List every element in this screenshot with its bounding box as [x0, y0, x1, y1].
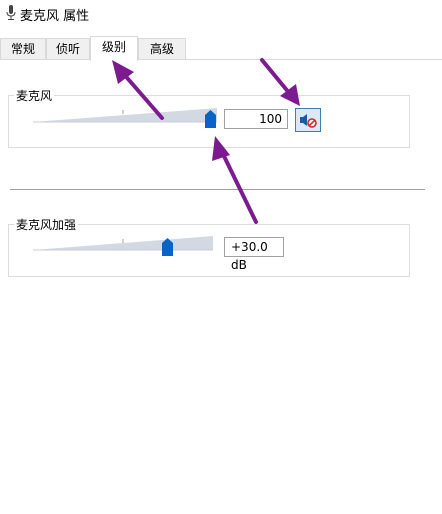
- tab-strip: 常规 侦听 级别 高级: [0, 36, 442, 61]
- section-divider: [10, 189, 425, 190]
- window-title: 麦克风 属性: [20, 9, 90, 24]
- properties-window: 麦克风 属性 常规 侦听 级别 高级 麦克风 100 麦克风加强 +30.0 d…: [0, 0, 442, 514]
- tab-levels[interactable]: 级别: [90, 36, 138, 61]
- microphone-slider-thumb[interactable]: [205, 110, 216, 128]
- microphone-boost-slider-thumb[interactable]: [162, 238, 173, 256]
- microphone-boost-slider[interactable]: [33, 236, 213, 254]
- tab-listen[interactable]: 侦听: [46, 38, 90, 59]
- microphone-boost-group-label: 麦克风加强: [14, 216, 79, 233]
- microphone-icon: [6, 5, 16, 20]
- tab-advanced[interactable]: 高级: [138, 38, 186, 59]
- microphone-group-label: 麦克风: [14, 87, 55, 104]
- microphone-level-input[interactable]: 100: [224, 109, 288, 129]
- microphone-mute-button[interactable]: [295, 108, 321, 132]
- title-bar: 麦克风 属性: [0, 0, 442, 28]
- microphone-level-slider[interactable]: [33, 108, 217, 126]
- microphone-boost-value: +30.0 dB: [224, 237, 284, 272]
- tab-general[interactable]: 常规: [0, 38, 46, 59]
- speaker-muted-icon: [300, 114, 317, 128]
